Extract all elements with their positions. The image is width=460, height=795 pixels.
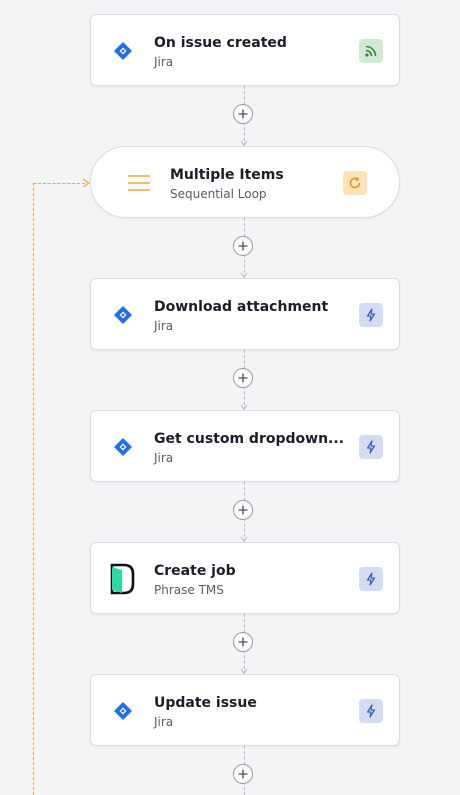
step-card-update-issue[interactable]: Update issue Jira [90, 674, 400, 746]
step-card-multiple-items[interactable]: Multiple Items Sequential Loop [90, 146, 400, 218]
jira-icon [114, 42, 132, 60]
add-step-button[interactable] [233, 500, 253, 520]
list-icon [128, 175, 150, 191]
plus-icon [238, 241, 248, 251]
step-card-download-attachment[interactable]: Download attachment Jira [90, 278, 400, 350]
plus-icon [238, 637, 248, 647]
rss-icon [365, 45, 377, 57]
step-title: On issue created [154, 35, 287, 51]
loop-icon [349, 176, 361, 189]
jira-icon [114, 702, 132, 720]
step-title: Download attachment [154, 299, 329, 315]
step-app-name: Jira [154, 55, 174, 69]
trigger-badge [359, 39, 383, 63]
add-step-button[interactable] [233, 368, 253, 388]
step-card-get-custom-dropdown[interactable]: Get custom dropdown... Jira [90, 410, 400, 482]
bolt-icon [366, 704, 376, 718]
loop-back-line [33, 183, 34, 795]
action-badge [359, 303, 383, 327]
action-badge [359, 567, 383, 591]
step-app-name: Sequential Loop [170, 187, 267, 201]
loop-back-line-horizontal [33, 183, 85, 184]
plus-icon [238, 769, 248, 779]
step-app-name: Jira [154, 715, 174, 729]
step-card-on-issue-created[interactable]: On issue created Jira [90, 14, 400, 86]
step-app-name: Jira [154, 451, 174, 465]
step-card-create-job[interactable]: Create job Phrase TMS [90, 542, 400, 614]
jira-icon [114, 306, 132, 324]
add-step-button[interactable] [233, 236, 253, 256]
add-step-button[interactable] [233, 764, 253, 784]
bolt-icon [366, 572, 376, 586]
add-step-button[interactable] [233, 632, 253, 652]
phrase-tms-icon [110, 563, 135, 595]
step-title: Multiple Items [170, 167, 284, 183]
jira-icon [114, 438, 132, 456]
add-step-button[interactable] [233, 104, 253, 124]
step-app-name: Phrase TMS [154, 583, 224, 597]
step-app-name: Jira [154, 319, 174, 333]
bolt-icon [366, 308, 376, 322]
action-badge [359, 699, 383, 723]
step-title: Create job [154, 563, 236, 579]
step-title: Update issue [154, 695, 257, 711]
loop-badge [343, 171, 367, 195]
plus-icon [238, 109, 248, 119]
workflow-canvas: On issue created Jira Multiple Items Seq… [0, 0, 460, 795]
loop-back-arrow-icon [82, 178, 90, 188]
plus-icon [238, 373, 248, 383]
plus-icon [238, 505, 248, 515]
bolt-icon [366, 440, 376, 454]
step-title: Get custom dropdown... [154, 431, 344, 447]
action-badge [359, 435, 383, 459]
